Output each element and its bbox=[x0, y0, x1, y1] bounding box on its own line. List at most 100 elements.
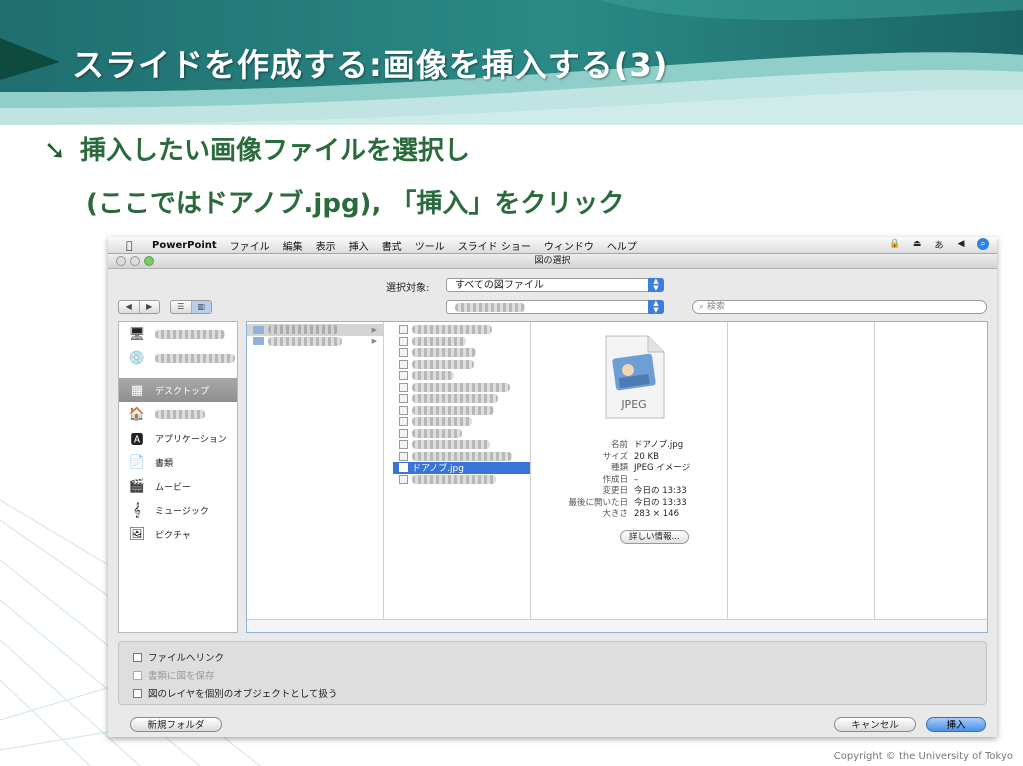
sidebar-item-computer[interactable]: 🖥 bbox=[119, 322, 237, 346]
menu-view[interactable]: 表示 bbox=[316, 238, 336, 253]
menu-format[interactable]: 書式 bbox=[382, 238, 402, 253]
link-to-file-checkbox[interactable] bbox=[133, 652, 142, 662]
eject-icon[interactable]: ⏏ bbox=[911, 238, 923, 250]
layers-option[interactable]: 図のレイヤを個別のオブジェクトとして扱う bbox=[133, 686, 337, 700]
menu-window[interactable]: ウィンドウ bbox=[544, 238, 594, 253]
spotlight-icon[interactable]: ⌕ bbox=[977, 238, 989, 250]
blurred-name bbox=[412, 417, 472, 427]
desktop-icon: ▦ bbox=[130, 382, 144, 398]
info-value: 283 × 146 bbox=[634, 509, 679, 519]
slide-title: スライドを作成する:画像を挿入する(3) bbox=[72, 46, 669, 84]
location-popup[interactable]: ▲ ▼ bbox=[446, 300, 664, 314]
slide-header: スライドを作成する:画像を挿入する(3) bbox=[0, 0, 1023, 125]
menu-file[interactable]: ファイル bbox=[230, 238, 270, 253]
minimize-window-icon[interactable] bbox=[130, 256, 140, 266]
blurred-name bbox=[412, 359, 474, 369]
file-icon bbox=[399, 405, 408, 415]
file-row[interactable] bbox=[393, 370, 530, 382]
forward-icon[interactable]: ▶ bbox=[140, 301, 160, 313]
blurred-name bbox=[412, 428, 462, 438]
zoom-window-icon[interactable] bbox=[144, 256, 154, 266]
blurred-name bbox=[412, 348, 476, 358]
horizontal-scrollbar[interactable] bbox=[247, 619, 987, 632]
menu-app[interactable]: PowerPoint bbox=[152, 240, 217, 251]
file-row[interactable] bbox=[393, 451, 530, 463]
info-value: 今日の 13:33 bbox=[634, 486, 687, 496]
pictures-icon: 🖼 bbox=[128, 526, 146, 542]
search-placeholder: 検索 bbox=[706, 302, 725, 312]
sidebar-item-home[interactable]: 🏠 bbox=[119, 402, 237, 426]
sidebar-item-movies[interactable]: 🎬 ムービー bbox=[119, 474, 237, 498]
blurred-name bbox=[412, 440, 490, 450]
input-method-icon[interactable]: あ bbox=[933, 238, 945, 251]
info-row: 最後に開いた日 今日の 13:33 bbox=[548, 498, 732, 510]
menu-help[interactable]: ヘルプ bbox=[607, 238, 637, 253]
insert-picture-window:  PowerPoint ファイル 編集 表示 挿入 書式 ツール スライド シ… bbox=[108, 237, 997, 737]
blurred-name bbox=[412, 371, 454, 381]
menu-insert[interactable]: 挿入 bbox=[349, 238, 369, 253]
close-window-icon[interactable] bbox=[116, 256, 126, 266]
cancel-button[interactable]: キャンセル bbox=[834, 717, 916, 732]
file-row[interactable] bbox=[393, 474, 530, 486]
sidebar-label: デスクトップ bbox=[155, 386, 210, 397]
lock-icon[interactable]: 🔒 bbox=[889, 238, 901, 250]
monitor-icon: 🖥 bbox=[128, 326, 146, 342]
insert-button[interactable]: 挿入 bbox=[926, 717, 986, 732]
applications-icon: 🅰 bbox=[130, 432, 144, 448]
option-label: 図のレイヤを個別のオブジェクトとして扱う bbox=[148, 689, 338, 700]
save-with-document-checkbox bbox=[133, 670, 142, 680]
apple-menu-icon[interactable]:  bbox=[126, 239, 138, 252]
more-info-button[interactable]: 詳しい情報... bbox=[620, 530, 689, 544]
sidebar-item-desktop[interactable]: ▦ デスクトップ bbox=[119, 378, 237, 402]
menu-tools[interactable]: ツール bbox=[415, 238, 445, 253]
file-row[interactable] bbox=[393, 359, 530, 371]
new-folder-button[interactable]: 新規フォルダ bbox=[130, 717, 222, 732]
sidebar-item-music[interactable]: 𝄞 ミュージック bbox=[119, 498, 237, 522]
sidebar-item-pictures[interactable]: 🖼 ピクチャ bbox=[119, 522, 237, 546]
info-row: 種類 JPEG イメージ bbox=[548, 463, 732, 475]
file-row[interactable] bbox=[393, 439, 530, 451]
file-row[interactable] bbox=[393, 324, 530, 336]
sidebar-item-applications[interactable]: 🅰 アプリケーション bbox=[119, 426, 237, 450]
blurred-name bbox=[412, 405, 494, 415]
selected-file-name: ドアノブ.jpg bbox=[412, 464, 464, 475]
search-field[interactable]: ⌕ 検索 bbox=[692, 300, 987, 314]
file-row[interactable] bbox=[393, 382, 530, 394]
file-icon bbox=[399, 336, 408, 346]
column-4 bbox=[737, 322, 875, 620]
column-view-icon[interactable]: ▥ bbox=[191, 301, 211, 313]
blurred-name bbox=[412, 474, 496, 484]
sidebar-item-disk[interactable]: 💿 bbox=[119, 346, 237, 370]
file-type-popup[interactable]: すべての図ファイル ▲ ▼ bbox=[446, 278, 664, 292]
menu-status-area: 🔒 ⏏ あ ◀ ⌕ bbox=[889, 238, 989, 251]
list-view-icon[interactable]: ☰ bbox=[171, 301, 192, 313]
folder-icon bbox=[253, 325, 264, 334]
link-to-file-option[interactable]: ファイルへリンク bbox=[133, 650, 224, 664]
file-row-selected[interactable]: ドアノブ.jpg bbox=[393, 462, 530, 474]
sidebar-item-documents[interactable]: 📄 書類 bbox=[119, 450, 237, 474]
column-browser: ▶ ▶ ドアノブ.jpg JPEG 名前 ドアノブ.jpg サイズ 20 KB … bbox=[246, 321, 988, 633]
file-row[interactable] bbox=[393, 416, 530, 428]
blurred-name bbox=[412, 394, 498, 404]
info-key: 作成日 bbox=[602, 474, 628, 485]
back-icon[interactable]: ◀ bbox=[119, 301, 140, 313]
menu-slideshow[interactable]: スライド ショー bbox=[458, 238, 531, 253]
menu-edit[interactable]: 編集 bbox=[283, 238, 303, 253]
column-5 bbox=[884, 322, 987, 620]
folder-row[interactable]: ▶ bbox=[247, 336, 383, 348]
folder-row[interactable]: ▶ bbox=[247, 324, 383, 336]
file-row[interactable] bbox=[393, 405, 530, 417]
blurred-name bbox=[268, 325, 338, 335]
file-row[interactable] bbox=[393, 428, 530, 440]
file-icon bbox=[399, 463, 408, 473]
file-row[interactable] bbox=[393, 347, 530, 359]
info-row: 変更日 今日の 13:33 bbox=[548, 486, 732, 498]
back-forward-buttons: ◀ ▶ bbox=[118, 300, 160, 314]
file-info: 名前 ドアノブ.jpg サイズ 20 KB 種類 JPEG イメージ 作成日 – 変更日… bbox=[548, 440, 732, 521]
finder-sidebar: 🖥 💿 ▦ デスクトップ 🏠 🅰 アプリケーション 📄 書類 🎬 ムービー 𝄞 ミュージッ… bbox=[118, 321, 238, 633]
file-row[interactable] bbox=[393, 393, 530, 405]
volume-icon[interactable]: ◀ bbox=[955, 238, 967, 250]
file-row[interactable] bbox=[393, 336, 530, 348]
file-icon bbox=[399, 474, 408, 484]
layers-checkbox[interactable] bbox=[133, 688, 142, 698]
